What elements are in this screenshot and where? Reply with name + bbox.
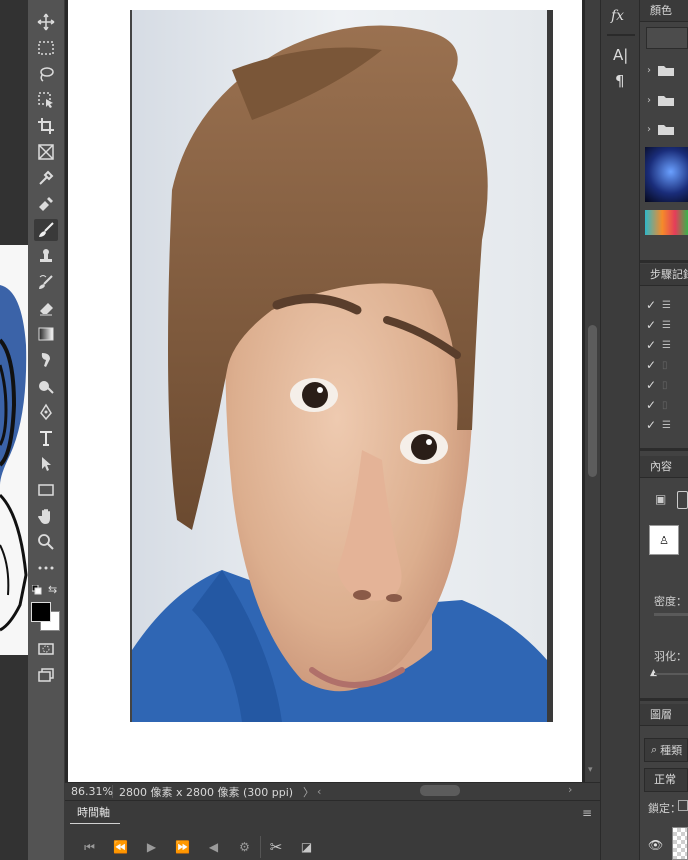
previous-frame-icon[interactable]: ⏪ xyxy=(105,836,136,858)
audio-icon[interactable]: ◀ xyxy=(198,836,229,858)
portrait-photo[interactable] xyxy=(130,10,553,722)
history-brush-tool-icon[interactable] xyxy=(34,271,58,293)
density-slider[interactable] xyxy=(654,613,688,616)
quick-mask-tool-icon[interactable] xyxy=(34,638,58,660)
document-info: 2800 像素 x 2800 像素 (300 ppi) xyxy=(119,785,294,799)
layer-filter-kind[interactable]: ⌕ 種類 xyxy=(644,738,688,762)
library-folder-2[interactable]: › xyxy=(640,90,688,110)
timeline-tab[interactable]: 時間軸 xyxy=(70,802,120,824)
status-bar: 86.31% 2800 像素 x 2800 像素 (300 ppi) 〉 ‹ xyxy=(65,782,600,800)
eyedropper-tool-icon[interactable] xyxy=(34,167,58,189)
paragraph-panel-icon[interactable]: ¶ xyxy=(615,72,625,90)
pixel-mask-icon[interactable]: ▣ xyxy=(655,492,666,506)
marquee-tool-icon[interactable] xyxy=(34,37,58,59)
history-step-6[interactable]: ✓ ▯ xyxy=(640,395,688,415)
layers-panel-tab[interactable]: 圖層 xyxy=(640,704,688,726)
history-panel-tab[interactable]: 步驟記錄 xyxy=(640,264,688,286)
styles-fx-icon[interactable]: fx xyxy=(611,8,624,24)
history-step-4[interactable]: ✓ ▯ xyxy=(640,355,688,375)
scroll-right-arrow[interactable]: › xyxy=(568,783,572,796)
hand-tool-icon[interactable] xyxy=(34,505,58,527)
feather-label: 羽化： xyxy=(654,650,687,663)
panel-icon-strip: fx A| ¶ xyxy=(600,0,640,860)
more-tools-icon[interactable] xyxy=(34,557,58,579)
pen-tool-icon[interactable] xyxy=(34,401,58,423)
transition-icon[interactable]: ◪ xyxy=(291,836,322,858)
density-label: 密度： xyxy=(654,595,687,608)
history-step-7[interactable]: ✓ ☰ xyxy=(640,415,688,435)
timeline-controls: ⏮ ⏪ ▶ ⏩ ◀ ⚙ ✂ ◪ xyxy=(74,836,322,858)
default-colors-icon[interactable] xyxy=(31,584,42,595)
feather-slider[interactable] xyxy=(654,673,688,675)
library-thumbnail-2[interactable] xyxy=(645,210,688,235)
history-step-2[interactable]: ✓ ☰ xyxy=(640,315,688,335)
clone-stamp-tool-icon[interactable] xyxy=(34,245,58,267)
next-frame-icon[interactable]: ⏩ xyxy=(167,836,198,858)
screen-mode-tool-icon[interactable] xyxy=(34,664,58,686)
zoom-level[interactable]: 86.31% xyxy=(65,785,113,798)
foreground-color-swatch[interactable] xyxy=(31,602,51,622)
library-folder-1[interactable]: › xyxy=(640,60,688,80)
timeline-menu-icon[interactable]: ≡ xyxy=(582,806,592,820)
vector-mask-icon[interactable] xyxy=(677,491,688,509)
character-panel-icon[interactable]: A| xyxy=(613,46,628,64)
blend-mode-select[interactable]: 正常 xyxy=(644,768,688,792)
eraser-tool-icon[interactable] xyxy=(34,297,58,319)
healing-brush-tool-icon[interactable] xyxy=(34,193,58,215)
mask-thumbnail[interactable]: ♙ xyxy=(649,525,679,555)
library-folder-3[interactable]: › xyxy=(640,119,688,139)
library-thumbnail-1[interactable] xyxy=(645,147,688,202)
swap-colors-icon[interactable]: ⇆ xyxy=(48,584,60,596)
go-to-first-frame-icon[interactable]: ⏮ xyxy=(74,836,105,858)
color-search-field[interactable] xyxy=(646,27,688,49)
path-select-tool-icon[interactable] xyxy=(34,453,58,475)
lock-transparent-icon[interactable] xyxy=(678,800,688,811)
dodge-tool-icon[interactable] xyxy=(34,375,58,397)
history-step-5[interactable]: ✓ ▯ xyxy=(640,375,688,395)
scroll-left-arrow[interactable]: ‹ xyxy=(317,785,331,798)
split-scissors-icon[interactable]: ✂ xyxy=(260,836,291,858)
horizontal-scrollbar-thumb[interactable] xyxy=(420,785,460,796)
color-panel-tab[interactable]: 顏色 xyxy=(640,0,688,22)
smudge-tool-icon[interactable] xyxy=(34,349,58,371)
settings-gear-icon[interactable]: ⚙ xyxy=(229,836,260,858)
background-sticker-fragment xyxy=(0,245,28,655)
search-icon: ⌕ xyxy=(651,743,658,756)
move-tool-icon[interactable] xyxy=(34,11,58,33)
history-step-1[interactable]: ✓ ☰ xyxy=(640,295,688,315)
layer-visibility-eye-icon[interactable]: 👁 xyxy=(648,838,663,852)
brush-tool-icon[interactable] xyxy=(34,219,58,241)
tools-panel: ⇆ xyxy=(28,0,65,860)
properties-panel-tab[interactable]: 內容 xyxy=(640,456,688,478)
layer-thumbnail[interactable] xyxy=(672,827,688,860)
rectangle-tool-icon[interactable] xyxy=(34,479,58,501)
vertical-scrollbar-thumb[interactable] xyxy=(588,325,597,477)
gradient-tool-icon[interactable] xyxy=(34,323,58,345)
lasso-tool-icon[interactable] xyxy=(34,63,58,85)
scroll-down-arrow-icon[interactable]: ▾ xyxy=(588,765,593,775)
doc-info-menu-arrow[interactable]: 〉 xyxy=(303,784,317,800)
object-select-tool-icon[interactable] xyxy=(34,89,58,111)
frame-tool-icon[interactable] xyxy=(34,141,58,163)
history-step-3[interactable]: ✓ ☰ xyxy=(640,335,688,355)
zoom-tool-icon[interactable] xyxy=(34,531,58,553)
lock-label: 鎖定： xyxy=(648,802,681,815)
play-icon[interactable]: ▶ xyxy=(136,836,167,858)
crop-tool-icon[interactable] xyxy=(34,115,58,137)
type-tool-icon[interactable] xyxy=(34,427,58,449)
